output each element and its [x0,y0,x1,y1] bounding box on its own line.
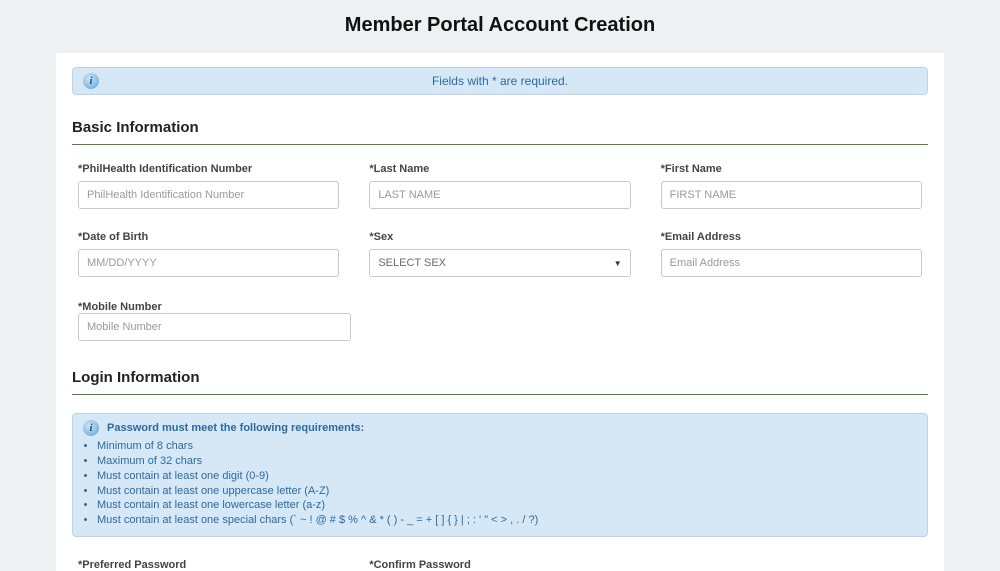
page-title: Member Portal Account Creation [0,14,1000,37]
sex-select[interactable]: SELECT SEX ▼ [369,249,630,277]
info-icon [83,73,99,89]
last-name-label: *Last Name [369,163,630,175]
password-rule: Must contain at least one lowercase lett… [97,498,917,513]
password-rule: Must contain at least one special chars … [97,513,917,528]
login-info-heading: Login Information [72,369,928,386]
preferred-password-label: *Preferred Password [78,559,339,571]
first-name-label: *First Name [661,163,922,175]
password-rule: Maximum of 32 chars [97,454,917,469]
pin-label: *PhilHealth Identification Number [78,163,339,175]
required-fields-text: Fields with * are required. [432,74,568,88]
first-name-input[interactable] [661,181,922,209]
info-icon [83,420,99,436]
confirm-password-label: *Confirm Password [369,559,630,571]
sex-label: *Sex [369,231,630,243]
mobile-label: *Mobile Number [78,301,162,313]
pin-input[interactable] [78,181,339,209]
sex-select-value: SELECT SEX [378,257,446,269]
form-card: Fields with * are required. Basic Inform… [56,53,944,571]
password-requirements-list: Minimum of 8 chars Maximum of 32 chars M… [97,439,917,528]
last-name-input[interactable] [369,181,630,209]
password-rule: Must contain at least one digit (0-9) [97,469,917,484]
password-rule: Must contain at least one uppercase lett… [97,484,917,499]
password-requirements-intro: Password must meet the following require… [107,421,364,436]
section-divider [72,394,928,395]
section-divider [72,144,928,145]
basic-info-heading: Basic Information [72,119,928,136]
dob-input[interactable] [78,249,339,277]
required-fields-banner: Fields with * are required. [72,67,928,95]
email-input[interactable] [661,249,922,277]
password-rule: Minimum of 8 chars [97,439,917,454]
email-label: *Email Address [661,231,922,243]
password-requirements-banner: Password must meet the following require… [72,413,928,537]
mobile-input[interactable] [78,313,351,341]
dob-label: *Date of Birth [78,231,339,243]
chevron-down-icon: ▼ [614,259,622,268]
